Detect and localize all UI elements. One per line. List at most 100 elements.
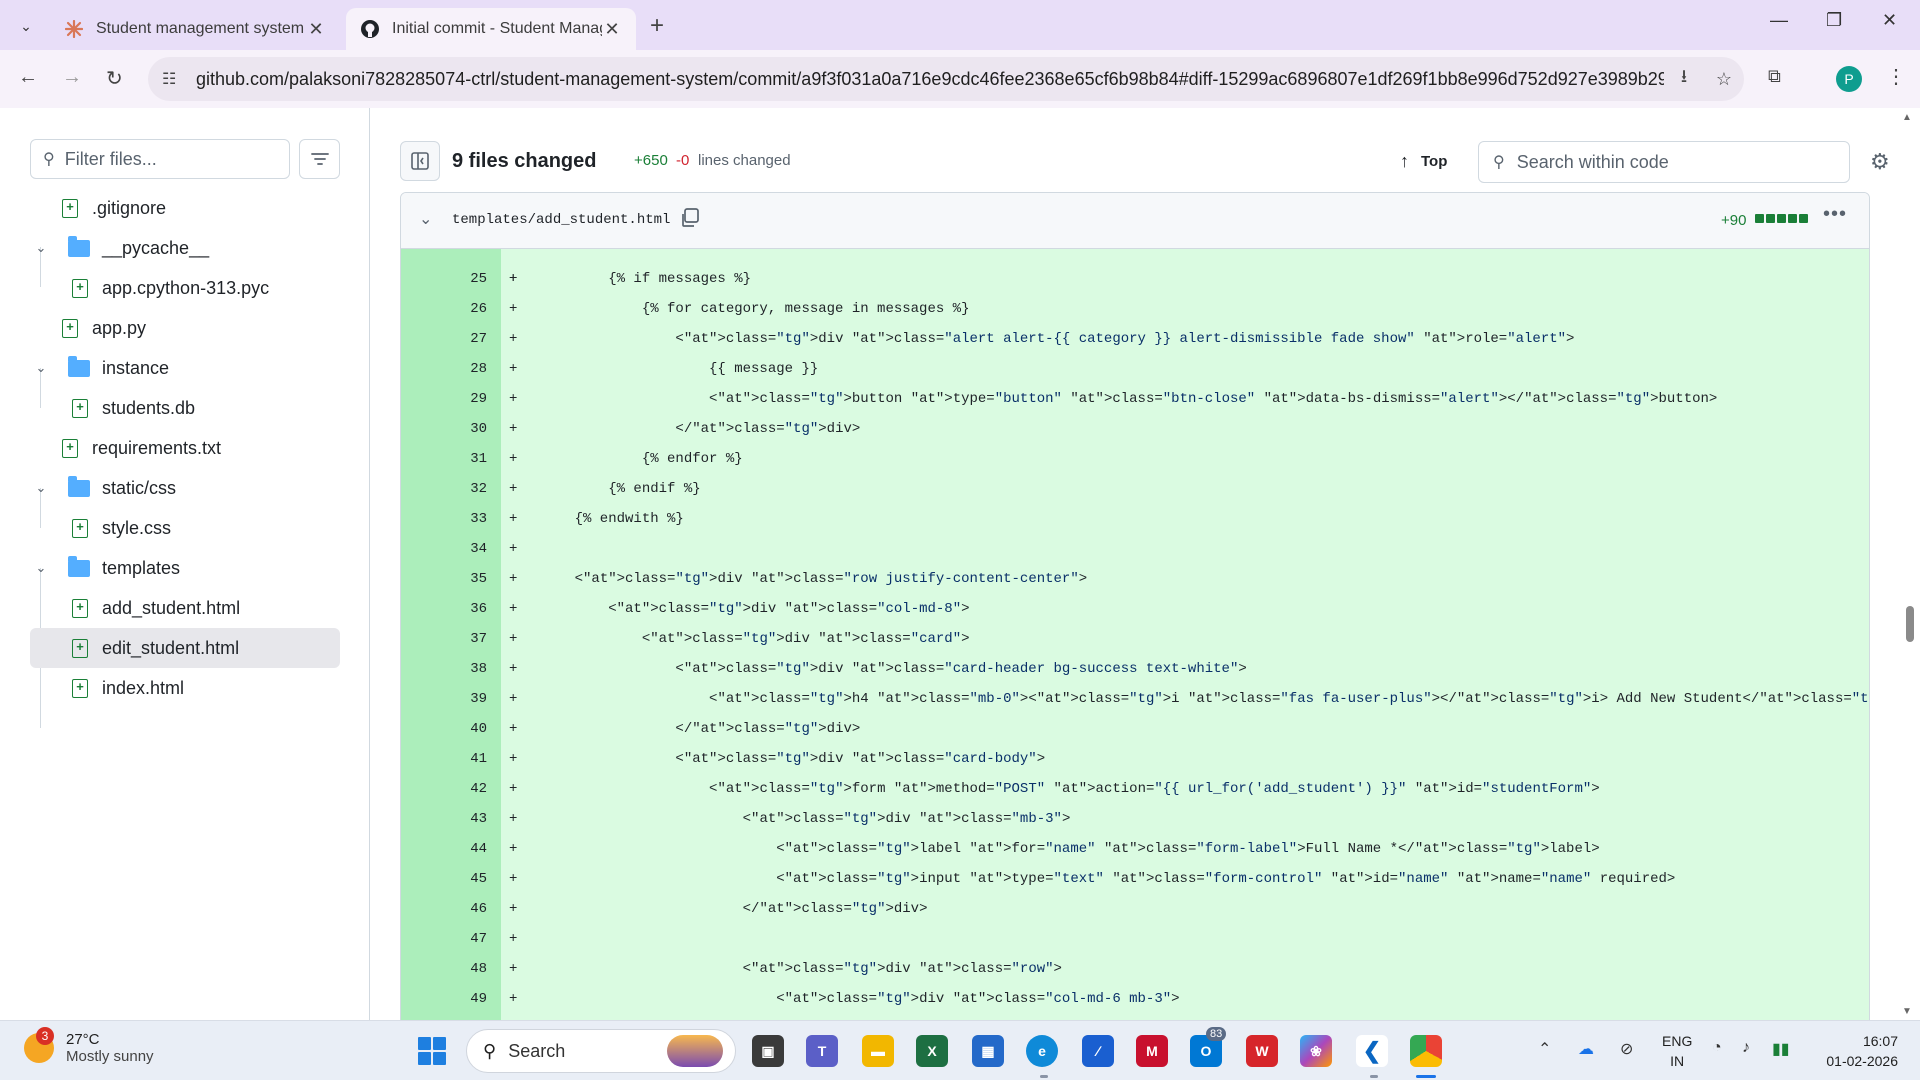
search-code-field[interactable]: ⚲ (1478, 141, 1850, 183)
install-app-icon[interactable]: ⭳ (1664, 64, 1704, 94)
tree-file-index[interactable]: + index.html (72, 668, 184, 708)
line-number[interactable]: 28 (401, 354, 487, 384)
browser-menu-icon[interactable]: ⋮ (1886, 64, 1906, 89)
reload-icon[interactable]: ↻ (106, 66, 123, 91)
line-number[interactable]: 34 (401, 534, 487, 564)
chevron-down-icon[interactable]: ⌄ (32, 360, 50, 376)
wps-office-icon[interactable]: W (1246, 1035, 1278, 1067)
tree-file-add-student[interactable]: + add_student.html (72, 588, 240, 628)
line-number[interactable]: 43 (401, 804, 487, 834)
visual-studio-icon[interactable]: ∕ (1082, 1035, 1114, 1067)
line-number[interactable]: 35 (401, 564, 487, 594)
restore-icon[interactable]: ❐ (1826, 10, 1842, 31)
url-omnibox[interactable]: ☷ github.com/palaksoni7828285074-ctrl/st… (148, 57, 1744, 101)
tree-folder-static-css[interactable]: ⌄ static/css (32, 468, 176, 508)
line-number[interactable]: 33 (401, 504, 487, 534)
filter-files-input[interactable] (64, 148, 265, 170)
teams-icon[interactable]: T (806, 1035, 838, 1067)
minimize-icon[interactable]: — (1770, 10, 1788, 31)
wifi-icon[interactable]: ◔ (1712, 1039, 1722, 1057)
copy-icon[interactable] (679, 207, 701, 229)
tree-file-app-py[interactable]: + app.py (62, 308, 146, 348)
tab-initial-commit[interactable]: Initial commit - Student Manag ✕ (346, 8, 636, 50)
line-number[interactable]: 42 (401, 774, 487, 804)
line-number[interactable]: 32 (401, 474, 487, 504)
chevron-down-icon[interactable]: ⌄ (32, 560, 50, 576)
taskbar-search[interactable]: ⚲ Search (466, 1029, 736, 1073)
windows-start-icon[interactable] (418, 1037, 446, 1065)
line-number[interactable]: 29 (401, 384, 487, 414)
forward-icon[interactable]: → (62, 66, 82, 89)
line-number[interactable]: 47 (401, 924, 487, 954)
tree-file-edit-student[interactable]: + edit_student.html (30, 628, 340, 668)
edge-icon[interactable]: e (1026, 1035, 1058, 1067)
back-icon[interactable]: ← (18, 66, 38, 89)
scroll-down-arrow-icon[interactable]: ▼ (1902, 1006, 1912, 1017)
line-number[interactable]: 31 (401, 444, 487, 474)
diff-file-path[interactable]: templates/add_student.html (452, 212, 670, 228)
tree-folder-templates[interactable]: ⌄ templates (32, 548, 180, 588)
tree-file-requirements[interactable]: + requirements.txt (62, 428, 221, 468)
outlook-icon[interactable]: O 83 (1190, 1027, 1227, 1067)
line-number[interactable]: 37 (401, 624, 487, 654)
tab-student-management[interactable]: Student management system p ✕ (50, 8, 340, 50)
toggle-file-tree-button[interactable] (400, 141, 440, 181)
battery-icon[interactable]: ▮▮ (1772, 1039, 1790, 1059)
chevron-down-icon[interactable]: ⌄ (32, 240, 50, 256)
tree-folder-pycache[interactable]: ⌄ __pycache__ (32, 228, 209, 268)
weather-widget[interactable]: 3 27°C Mostly sunny (24, 1027, 154, 1065)
close-tab-icon[interactable]: ✕ (602, 19, 622, 40)
line-number[interactable]: 30 (401, 414, 487, 444)
site-info-icon[interactable]: ☷ (162, 69, 186, 89)
scroll-up-arrow-icon[interactable]: ▲ (1902, 112, 1912, 123)
line-number[interactable]: 48 (401, 954, 487, 984)
location-off-icon[interactable]: ⊘ (1620, 1039, 1633, 1059)
filter-options-button[interactable] (299, 139, 340, 179)
tree-file-app-cpython[interactable]: + app.cpython-313.pyc (72, 268, 269, 308)
line-number[interactable]: 27 (401, 324, 487, 354)
line-number[interactable]: 45 (401, 864, 487, 894)
more-options-icon[interactable]: ••• (1823, 203, 1847, 226)
line-number[interactable]: 46 (401, 894, 487, 924)
new-tab-icon[interactable]: + (650, 12, 664, 40)
chrome-icon[interactable] (1410, 1035, 1442, 1067)
tree-file-style-css[interactable]: + style.css (72, 508, 171, 548)
close-tab-icon[interactable]: ✕ (306, 19, 326, 40)
line-number[interactable]: 38 (401, 654, 487, 684)
line-number[interactable]: 49 (401, 984, 487, 1014)
mcafee-icon[interactable]: M (1136, 1035, 1168, 1067)
microsoft-store-icon[interactable]: ▦ (972, 1035, 1004, 1067)
gear-icon[interactable]: ⚙ (1870, 149, 1890, 175)
line-number[interactable]: 25 (401, 264, 487, 294)
onedrive-cloud-icon[interactable]: ☁ (1578, 1039, 1594, 1059)
close-window-icon[interactable]: ✕ (1882, 10, 1897, 31)
line-number[interactable]: 41 (401, 744, 487, 774)
extensions-icon[interactable]: ⧉ (1768, 66, 1781, 87)
excel-icon[interactable]: X (916, 1035, 948, 1067)
bookmark-star-icon[interactable]: ☆ (1704, 69, 1744, 90)
file-explorer-icon[interactable]: ▬ (862, 1035, 894, 1067)
system-clock[interactable]: 16:07 01-02-2026 (1818, 1031, 1898, 1071)
page-scrollbar-thumb[interactable] (1906, 606, 1914, 642)
tree-file-gitignore[interactable]: + .gitignore (62, 188, 166, 228)
chevron-down-icon[interactable]: ⌄ (419, 209, 432, 229)
copilot-icon[interactable]: ❀ (1300, 1035, 1332, 1067)
line-number[interactable]: 26 (401, 294, 487, 324)
line-number[interactable]: 40 (401, 714, 487, 744)
line-number[interactable]: 39 (401, 684, 487, 714)
chevron-down-icon[interactable]: ⌄ (32, 480, 50, 496)
search-code-input[interactable] (1516, 151, 1817, 173)
tree-file-students-db[interactable]: + students.db (72, 388, 195, 428)
task-view-icon[interactable]: ▣ (752, 1035, 784, 1067)
vscode-icon[interactable]: ❮ (1356, 1035, 1388, 1067)
tab-search-chevron-icon[interactable]: ⌄ (12, 12, 40, 40)
filter-files-field[interactable]: ⚲ (30, 139, 290, 179)
line-number[interactable]: 44 (401, 834, 487, 864)
url-text[interactable]: github.com/palaksoni7828285074-ctrl/stud… (196, 69, 1664, 90)
volume-icon[interactable]: ♪ (1742, 1039, 1750, 1057)
tree-folder-instance[interactable]: ⌄ instance (32, 348, 169, 388)
line-number[interactable]: 36 (401, 594, 487, 624)
profile-avatar[interactable]: P (1836, 66, 1862, 92)
scroll-top-button[interactable]: ↑ Top (1400, 141, 1447, 181)
show-hidden-icons-chevron-icon[interactable]: ⌃ (1538, 1039, 1551, 1059)
